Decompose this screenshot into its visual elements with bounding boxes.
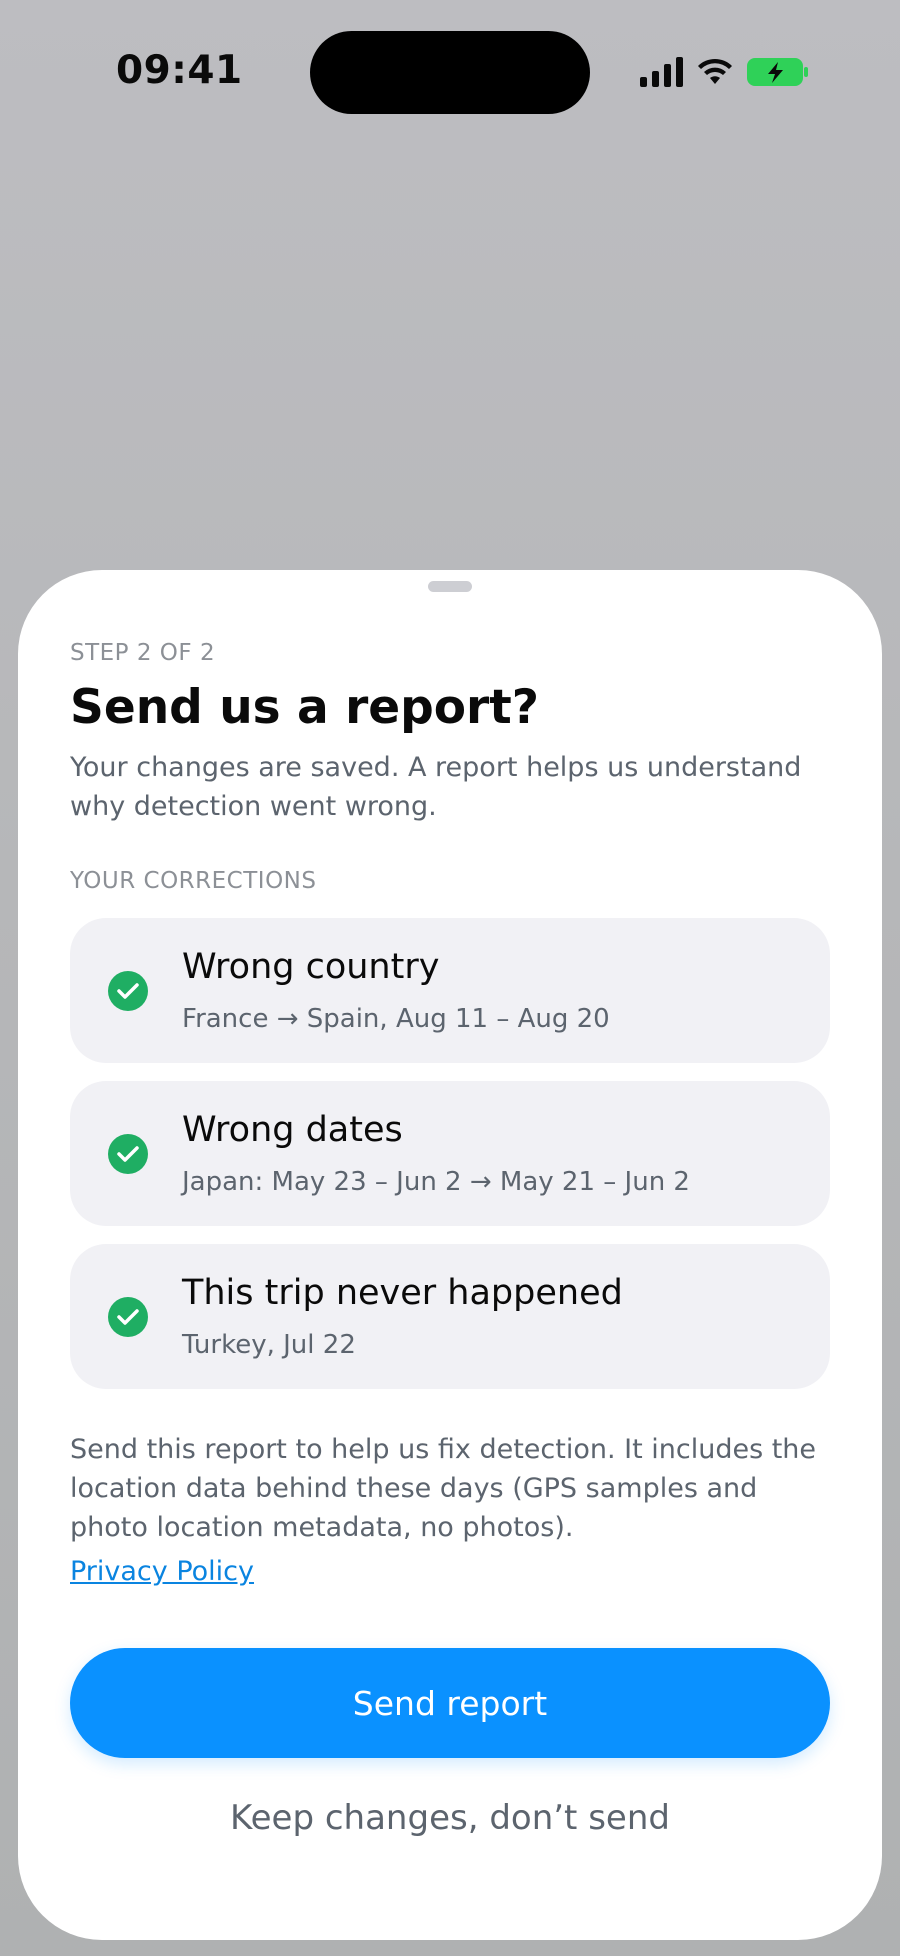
check-circle-icon bbox=[108, 1297, 148, 1337]
step-indicator: STEP 2 OF 2 bbox=[70, 640, 216, 666]
sheet-title: Send us a report? bbox=[70, 680, 539, 735]
sheet-grabber[interactable] bbox=[428, 581, 472, 592]
correction-detail: Japan: May 23 – Jun 2 → May 21 – Jun 2 bbox=[182, 1167, 690, 1197]
correction-card-wrong-dates: Wrong dates Japan: May 23 – Jun 2 → May … bbox=[70, 1081, 830, 1226]
wifi-icon bbox=[698, 58, 732, 84]
status-time: 09:41 bbox=[116, 48, 243, 93]
correction-title: Wrong country bbox=[182, 947, 440, 987]
correction-title: Wrong dates bbox=[182, 1110, 403, 1150]
correction-title: This trip never happened bbox=[182, 1273, 623, 1313]
correction-card-trip-never-happened: This trip never happened Turkey, Jul 22 bbox=[70, 1244, 830, 1389]
status-bar: 09:41 bbox=[0, 0, 900, 140]
correction-detail: France → Spain, Aug 11 – Aug 20 bbox=[182, 1004, 610, 1034]
check-circle-icon bbox=[108, 1134, 148, 1174]
corrections-section-label: YOUR CORRECTIONS bbox=[70, 868, 317, 894]
cellular-signal-icon bbox=[640, 57, 683, 87]
sheet-subtitle: Your changes are saved. A report helps u… bbox=[70, 752, 802, 822]
report-sheet: STEP 2 OF 2 Send us a report? Your chang… bbox=[18, 570, 882, 1940]
privacy-policy-link[interactable]: Privacy Policy bbox=[70, 1556, 254, 1587]
check-circle-icon bbox=[108, 971, 148, 1011]
report-note: Send this report to help us fix detectio… bbox=[70, 1434, 817, 1543]
dynamic-island bbox=[310, 31, 590, 114]
send-report-button[interactable]: Send report bbox=[70, 1648, 830, 1758]
correction-detail: Turkey, Jul 22 bbox=[182, 1330, 356, 1360]
battery-charging-icon bbox=[747, 58, 808, 86]
correction-card-wrong-country: Wrong country France → Spain, Aug 11 – A… bbox=[70, 918, 830, 1063]
keep-changes-button[interactable]: Keep changes, don’t send bbox=[70, 1788, 830, 1848]
status-icons bbox=[640, 52, 809, 92]
